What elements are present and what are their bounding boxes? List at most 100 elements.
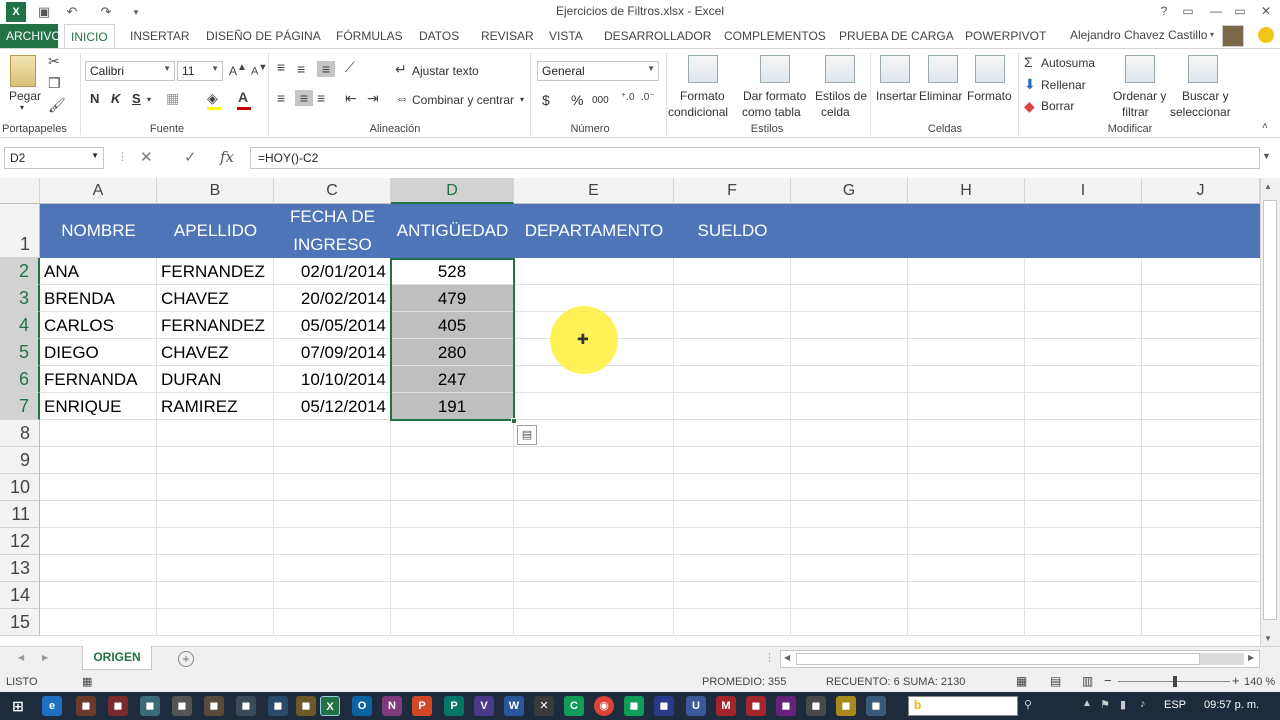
- app-icon[interactable]: ◼: [268, 696, 288, 716]
- cell-d6[interactable]: 247: [391, 366, 514, 393]
- paste-chevron-icon[interactable]: ▾: [20, 103, 24, 112]
- wrap-text-button[interactable]: Ajustar texto: [412, 64, 479, 78]
- align-left-icon[interactable]: ≡: [277, 90, 285, 106]
- format-cells-button[interactable]: Formato: [967, 89, 1012, 103]
- insert-cells-button[interactable]: Insertar: [876, 89, 917, 103]
- cell-b6[interactable]: DURAN: [157, 366, 274, 393]
- zoom-slider-thumb[interactable]: [1173, 676, 1177, 687]
- formula-input[interactable]: =HOY()-C2: [250, 147, 1260, 169]
- format-painter-icon[interactable]: 🖌: [48, 97, 66, 114]
- paste-button[interactable]: Pegar: [9, 89, 41, 103]
- format-table-label-2[interactable]: como tabla: [742, 105, 801, 119]
- tab-powerpivot[interactable]: POWERPIVOT: [959, 24, 1052, 48]
- cell-d2[interactable]: 528: [391, 258, 514, 285]
- splitter-grip-icon[interactable]: ⋮: [764, 651, 775, 664]
- scroll-up-icon[interactable]: ▲: [1264, 182, 1272, 191]
- copy-icon[interactable]: ❐: [48, 75, 61, 92]
- cell-styles-label-2[interactable]: celda: [821, 105, 850, 119]
- volume-icon[interactable]: ♪: [1140, 698, 1146, 710]
- zoom-level[interactable]: 140 %: [1244, 676, 1275, 688]
- bing-search-box[interactable]: b: [908, 696, 1018, 716]
- cell-c5[interactable]: 07/09/2014: [274, 339, 391, 366]
- cell-c4[interactable]: 05/05/2014: [274, 312, 391, 339]
- underline-chevron-icon[interactable]: ▾: [147, 95, 151, 104]
- cell-c2[interactable]: 02/01/2014: [274, 258, 391, 285]
- thousands-button[interactable]: 000: [592, 95, 609, 106]
- column-header-b[interactable]: B: [157, 178, 274, 204]
- tab-archivo[interactable]: ARCHIVO: [0, 24, 61, 48]
- column-header-d[interactable]: D: [391, 178, 514, 204]
- row-header-2[interactable]: 2: [0, 258, 40, 285]
- chrome-icon[interactable]: ◉: [594, 696, 614, 716]
- app-icon[interactable]: ◼: [140, 696, 160, 716]
- increase-indent-icon[interactable]: ⇥: [367, 90, 379, 107]
- visio-icon[interactable]: V: [474, 696, 494, 716]
- collapse-ribbon-icon[interactable]: ˄: [1262, 121, 1268, 132]
- cell-b4[interactable]: FERNANDEZ: [157, 312, 274, 339]
- tab-inicio[interactable]: INICIO: [64, 24, 115, 48]
- clear-icon[interactable]: ◆: [1024, 98, 1035, 115]
- cell-d4[interactable]: 405: [391, 312, 514, 339]
- decrease-indent-icon[interactable]: ⇤: [345, 90, 357, 107]
- minimize-icon[interactable]: —: [1204, 2, 1228, 20]
- insert-cells-icon[interactable]: [880, 55, 910, 83]
- powerpoint-icon[interactable]: P: [412, 696, 432, 716]
- decrease-font-icon[interactable]: A▼: [251, 62, 267, 78]
- find-select-label-2[interactable]: seleccionar: [1170, 105, 1231, 119]
- visual-studio-icon[interactable]: ◼: [776, 696, 796, 716]
- header-departamento[interactable]: DEPARTAMENTO: [514, 204, 674, 258]
- font-size-combo[interactable]: 11 ▼: [177, 61, 223, 81]
- row-header-11[interactable]: 11: [0, 501, 40, 528]
- cell-a5[interactable]: DIEGO: [40, 339, 157, 366]
- find-select-label-1[interactable]: Buscar y: [1182, 89, 1229, 103]
- tab-prueba-carga[interactable]: PRUEBA DE CARGA: [833, 24, 960, 48]
- delete-cells-icon[interactable]: [928, 55, 958, 83]
- cell-b2[interactable]: FERNANDEZ: [157, 258, 274, 285]
- search-icon[interactable]: ⚲: [1024, 698, 1032, 711]
- tab-diseno-pagina[interactable]: DISEÑO DE PÁGINA: [200, 24, 327, 48]
- excel-taskbar-icon[interactable]: X: [320, 696, 340, 716]
- cell-a2[interactable]: ANA: [40, 258, 157, 285]
- row-header-13[interactable]: 13: [0, 555, 40, 582]
- delete-cells-button[interactable]: Eliminar: [919, 89, 962, 103]
- currency-button[interactable]: $: [542, 92, 550, 108]
- header-fecha-ingreso[interactable]: FECHA DE INGRESO: [274, 204, 391, 258]
- fill-color-icon[interactable]: ◈: [207, 90, 218, 107]
- app-icon[interactable]: ◼: [172, 696, 192, 716]
- sort-filter-label-2[interactable]: filtrar: [1122, 105, 1149, 119]
- normal-view-icon[interactable]: ▦: [1016, 674, 1027, 688]
- app-icon[interactable]: ◼: [836, 696, 856, 716]
- row-header-5[interactable]: 5: [0, 339, 40, 366]
- cell-b7[interactable]: RAMIREZ: [157, 393, 274, 420]
- language-indicator[interactable]: ESP: [1164, 699, 1186, 711]
- tab-desarrollador[interactable]: DESARROLLADOR: [598, 24, 717, 48]
- increase-decimal-icon[interactable]: ⁺.0: [621, 92, 635, 103]
- app-icon[interactable]: U: [686, 696, 706, 716]
- bold-button[interactable]: N: [90, 91, 99, 106]
- italic-button[interactable]: K: [111, 91, 120, 106]
- cut-icon[interactable]: ✂: [48, 53, 60, 70]
- column-header-h[interactable]: H: [908, 178, 1025, 204]
- sheet-tab-origen[interactable]: ORIGEN: [82, 646, 152, 670]
- format-cells-icon[interactable]: [975, 55, 1005, 83]
- column-header-e[interactable]: E: [514, 178, 674, 204]
- cell-b3[interactable]: CHAVEZ: [157, 285, 274, 312]
- format-table-label-1[interactable]: Dar formato: [743, 89, 806, 103]
- onenote-icon[interactable]: N: [382, 696, 402, 716]
- prev-sheet-icon[interactable]: ◀: [18, 653, 24, 662]
- app-icon[interactable]: ◼: [204, 696, 224, 716]
- scroll-right-icon[interactable]: ▶: [1248, 653, 1254, 662]
- row-header-10[interactable]: 10: [0, 474, 40, 501]
- sort-filter-label-1[interactable]: Ordenar y: [1113, 89, 1166, 103]
- expand-formula-bar-icon[interactable]: ▼: [1262, 151, 1271, 161]
- find-select-icon[interactable]: [1188, 55, 1218, 83]
- app-icon[interactable]: ✕: [534, 696, 554, 716]
- app-icon[interactable]: ◼: [746, 696, 766, 716]
- fill-icon[interactable]: ⬇: [1024, 76, 1036, 93]
- ribbon-display-icon[interactable]: ▭: [1176, 2, 1200, 20]
- row-header-14[interactable]: 14: [0, 582, 40, 609]
- header-sueldo[interactable]: SUELDO: [674, 204, 791, 258]
- add-sheet-icon[interactable]: +: [178, 651, 194, 667]
- cell-a4[interactable]: CARLOS: [40, 312, 157, 339]
- row-header-6[interactable]: 6: [0, 366, 40, 393]
